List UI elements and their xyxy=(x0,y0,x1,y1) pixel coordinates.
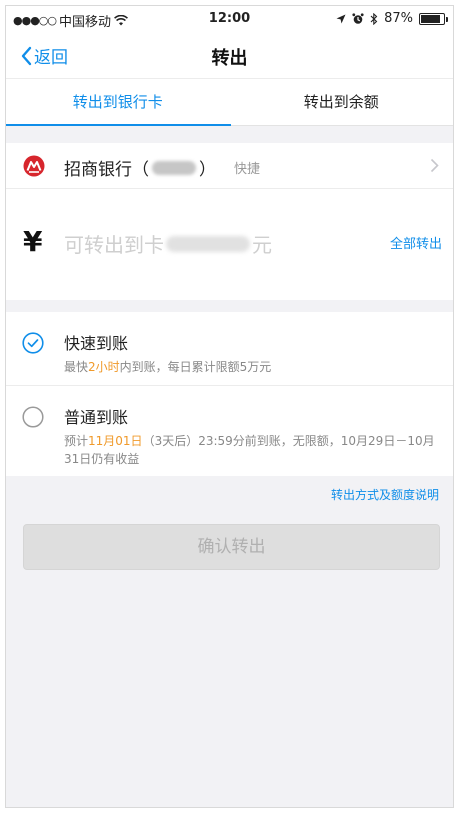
navigation-bar: 返回 转出 xyxy=(6,32,453,78)
cmb-bank-logo-icon xyxy=(23,155,45,177)
quick-payment-tag: 快捷 xyxy=(234,162,261,177)
amount-placeholder-suffix: 元 xyxy=(252,233,272,257)
masked-available-amount xyxy=(166,235,250,252)
option-fast-desc: 最快2小时内到账，每日累计限额5万元 xyxy=(64,358,439,376)
active-tab-indicator xyxy=(6,124,231,126)
bank-name-label: 招商银行（ xyxy=(64,160,149,180)
amount-input[interactable]: 可转出到卡 元 xyxy=(64,229,272,258)
chevron-right-icon xyxy=(430,158,439,173)
location-icon xyxy=(336,14,346,23)
option-fast-title: 快速到账 xyxy=(64,334,129,353)
fast-desc-prefix: 最快 xyxy=(64,360,89,374)
radio-checked-icon xyxy=(22,332,44,354)
bank-name-close: ） xyxy=(199,160,216,180)
tab-bar: 转出到银行卡 转出到余额 xyxy=(6,78,453,126)
amount-section: ¥ 可转出到卡 元 全部转出 xyxy=(6,189,453,300)
fast-desc-suffix: 内到账，每日累计限额5万元 xyxy=(119,360,272,374)
currency-symbol: ¥ xyxy=(23,225,43,258)
masked-card-number xyxy=(152,160,196,175)
status-right: 87% xyxy=(336,11,448,26)
option-normal-title: 普通到账 xyxy=(64,408,129,427)
option-fast-arrival[interactable]: 快速到账 最快2小时内到账，每日累计限额5万元 xyxy=(6,312,453,386)
confirm-transfer-button[interactable]: 确认转出 xyxy=(23,524,440,570)
bluetooth-icon xyxy=(370,12,378,25)
normal-desc-highlight: 11月01日 xyxy=(88,434,143,448)
option-normal-desc: 预计11月01日（3天后）23:59分前到账，无限额，10月29日－10月31日… xyxy=(64,432,439,468)
tab-to-bank-card[interactable]: 转出到银行卡 xyxy=(6,79,230,127)
normal-desc-prefix: 预计 xyxy=(64,434,89,448)
option-normal-arrival[interactable]: 普通到账 预计11月01日（3天后）23:59分前到账，无限额，10月29日－1… xyxy=(6,386,453,476)
battery-icon xyxy=(419,12,448,25)
bank-card-selector[interactable]: 招商银行（ ） 快捷 xyxy=(6,143,453,189)
page-title: 转出 xyxy=(211,48,248,69)
status-bar: ●●●○○ 中国移动 12:00 87% xyxy=(6,6,453,32)
battery-percent: 87% xyxy=(384,11,413,26)
tab-to-balance[interactable]: 转出到余额 xyxy=(230,79,454,127)
transfer-all-link[interactable]: 全部转出 xyxy=(390,233,442,252)
fast-desc-highlight: 2小时 xyxy=(88,360,120,374)
bank-name: 招商银行（ ） xyxy=(64,155,216,180)
transfer-method-explanation-link[interactable]: 转出方式及额度说明 xyxy=(331,486,439,503)
battery-fill xyxy=(421,14,441,23)
amount-placeholder-prefix: 可转出到卡 xyxy=(64,233,164,257)
alarm-icon xyxy=(352,12,364,24)
app-screen: ●●●○○ 中国移动 12:00 87% 返回 转出 转出到银行卡 转出到余额 … xyxy=(5,5,454,808)
radio-unchecked-icon xyxy=(22,406,44,428)
